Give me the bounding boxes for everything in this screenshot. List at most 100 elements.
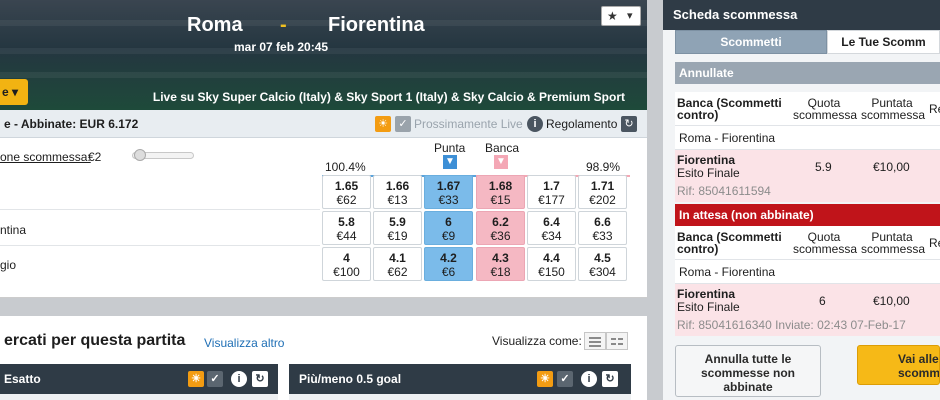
lay-odds-button[interactable]: 1.68 €15: [476, 175, 525, 209]
row-divider: [0, 245, 320, 246]
back-odds-button[interactable]: 5.8 €44: [322, 211, 371, 245]
market-fade: [0, 394, 278, 400]
odds-price: 6.4: [543, 215, 560, 229]
odds-price: 4.1: [389, 251, 406, 265]
refresh-icon[interactable]: ↻: [602, 371, 618, 387]
odds-amount: €36: [490, 229, 511, 243]
live-tv-info: Live su Sky Super Calcio (Italy) & Sky S…: [152, 90, 625, 104]
teams-row: Roma - Fiorentina: [0, 14, 647, 40]
odds-amount: €34: [541, 229, 562, 243]
odds-price: 1.71: [590, 179, 615, 193]
odds-amount: €100: [333, 265, 360, 279]
lay-odds-button[interactable]: 6.6 €33: [578, 211, 627, 245]
kickoff-time: mar 07 feb 20:45: [234, 40, 329, 54]
bet-selection: Fiorentina: [677, 287, 736, 301]
favourite-button[interactable]: ★ ▾: [601, 6, 641, 26]
odds-price: 6: [445, 215, 452, 229]
rules-link[interactable]: Regolamento: [546, 117, 617, 131]
back-odds-button[interactable]: 4.2 €6: [424, 247, 473, 281]
stake-value: €2: [88, 150, 102, 164]
pending-section: In attesa (non abbinate): [675, 204, 940, 226]
lay-odds-button[interactable]: 6.2 €36: [476, 211, 525, 245]
odds-amount: €33: [438, 193, 459, 207]
odds-amount: €202: [589, 193, 616, 207]
bet-stake: €10,00: [873, 294, 910, 308]
lay-odds-button[interactable]: 1.7 €177: [527, 175, 576, 209]
go-to-bets-button[interactable]: Vai alle scomme: [857, 345, 940, 385]
odds-amount: €9: [441, 229, 456, 243]
col-lay: Banca (Scommetti contro): [677, 230, 782, 256]
odds-amount: €15: [490, 193, 511, 207]
check-icon[interactable]: ✓: [207, 371, 223, 387]
sub-market-title: Esatto: [4, 372, 41, 386]
col-lay: Banca (Scommetti contro): [677, 96, 782, 122]
lay-odds-button[interactable]: 4.5 €304: [578, 247, 627, 281]
home-team: Roma: [187, 14, 243, 36]
check-icon[interactable]: ✓: [395, 116, 411, 132]
sun-icon[interactable]: ☀: [188, 371, 204, 387]
stake-slider-handle[interactable]: [134, 149, 146, 161]
tab-my-bets[interactable]: Le Tue Scomm: [827, 30, 940, 54]
odds-price: 1.66: [385, 179, 410, 193]
odds-price: 1.67: [436, 179, 461, 193]
market-title: e - Abbinate: EUR 6.172: [4, 117, 139, 131]
odds-amount: €44: [336, 229, 357, 243]
bet-odds: 6: [819, 294, 826, 308]
sun-icon[interactable]: ☀: [537, 371, 553, 387]
bet-slip: Scheda scommessa Scommetti Le Tue Scomm …: [663, 0, 940, 400]
market-dropdown[interactable]: e ▾: [0, 79, 28, 105]
show-more-link[interactable]: Visualizza altro: [204, 336, 284, 350]
info-icon[interactable]: i: [581, 371, 597, 387]
other-markets-title: ercati per questa partita: [4, 332, 186, 349]
back-odds-button[interactable]: 1.65 €62: [322, 175, 371, 209]
odds-price: 4.2: [440, 251, 457, 265]
correct-score-market[interactable]: Esatto ☀ ✓ i ↻: [0, 364, 278, 400]
bet-slip-tabs: Scommetti Le Tue Scomm: [663, 30, 940, 54]
odds-price: 1.68: [488, 179, 513, 193]
back-odds-button[interactable]: 1.67 €33: [424, 175, 473, 209]
info-icon[interactable]: i: [527, 116, 543, 132]
cancelled-section: Annullate: [675, 62, 940, 84]
arrow-down-icon: ▼: [494, 155, 508, 169]
grid-view-icon[interactable]: [606, 332, 628, 350]
back-odds-button[interactable]: 5.9 €19: [373, 211, 422, 245]
odds-price: 4.4: [543, 251, 560, 265]
over-under-market[interactable]: Più/meno 0.5 goal ☀ ✓ i ↻: [289, 364, 631, 400]
bet-slip-title: Scheda scommessa: [663, 0, 940, 30]
odds-amount: €150: [538, 265, 565, 279]
odds-price: 1.65: [334, 179, 359, 193]
sun-icon[interactable]: ☀: [375, 116, 391, 132]
back-overround: 100.4%: [325, 160, 366, 174]
list-view-icon[interactable]: [584, 332, 606, 350]
back-odds-button[interactable]: 4 €100: [322, 247, 371, 281]
cancel-unmatched-button[interactable]: Annulla tutte le scommesse non abbinate: [675, 345, 821, 397]
col-return: Re: [929, 102, 940, 116]
odds-price: 1.7: [543, 179, 560, 193]
check-icon[interactable]: ✓: [557, 371, 573, 387]
back-odds-button[interactable]: 1.66 €13: [373, 175, 422, 209]
info-icon[interactable]: i: [231, 371, 247, 387]
odds-price: 5.8: [338, 215, 355, 229]
odds-amount: €13: [387, 193, 408, 207]
lay-label: Banca: [485, 141, 520, 155]
row-divider: [0, 209, 320, 210]
sub-market-title: Più/meno 0.5 goal: [299, 372, 402, 386]
away-team: Fiorentina: [328, 14, 425, 36]
back-odds-button[interactable]: 4.1 €62: [373, 247, 422, 281]
lay-odds-button[interactable]: 1.71 €202: [578, 175, 627, 209]
refresh-icon[interactable]: ↻: [252, 371, 268, 387]
back-odds-button[interactable]: 6 €9: [424, 211, 473, 245]
lay-odds-button[interactable]: 4.4 €150: [527, 247, 576, 281]
odds-price: 6.2: [492, 215, 509, 229]
tab-place-bets[interactable]: Scommetti: [675, 30, 827, 54]
slip-columns: Banca (Scommetti contro) Quota scommessa…: [675, 92, 940, 126]
bet-reference: Rif: 85041616340 Inviate: 02:43 07-Feb-1…: [677, 318, 906, 332]
col-stake: Puntata scommessa: [861, 230, 926, 256]
pending-bet: Fiorentina Esito Finale 6 €10,00 Rif: 85…: [675, 284, 940, 336]
bet-market: Esito Finale: [677, 166, 740, 180]
lay-odds-button[interactable]: 6.4 €34: [527, 211, 576, 245]
refresh-icon[interactable]: ↻: [621, 116, 637, 132]
lay-odds-button[interactable]: 4.3 €18: [476, 247, 525, 281]
col-odds: Quota scommessa: [793, 230, 858, 256]
match-odds-market: e - Abbinate: EUR 6.172 ☀ ✓ Prossimament…: [0, 110, 647, 298]
